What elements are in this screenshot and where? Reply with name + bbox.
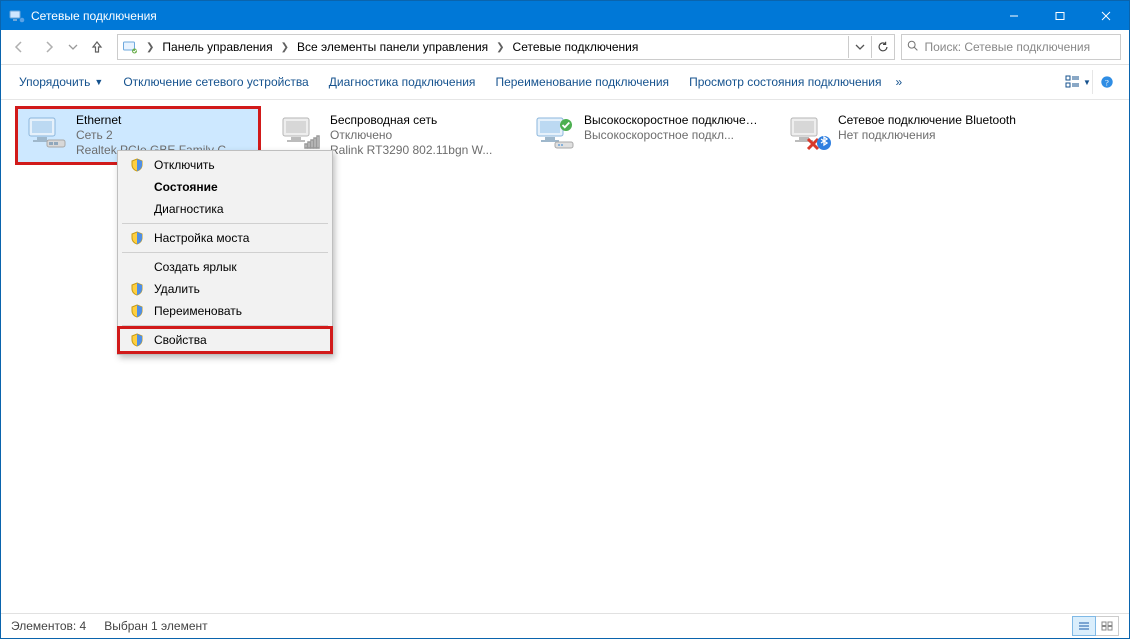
ctx-separator [122, 223, 328, 224]
nav-forward-button[interactable] [35, 34, 63, 60]
organize-button[interactable]: Упорядочить ▼ [9, 69, 113, 95]
connection-device: Высокоскоростное подкл... [584, 128, 762, 143]
breadcrumb-seg-1[interactable]: Все элементы панели управления [293, 35, 492, 59]
status-count: Элементов: 4 [11, 619, 86, 633]
content-area: Ethernet Сеть 2 Realtek PCIe GBE Family … [1, 100, 1129, 613]
search-box[interactable] [901, 34, 1121, 60]
search-input[interactable] [922, 39, 1116, 55]
window-title: Сетевые подключения [31, 9, 157, 23]
ctx-label: Создать ярлык [154, 260, 237, 274]
connection-status: Отключено [330, 128, 492, 143]
ctx-rename[interactable]: Переименовать [120, 300, 330, 322]
view-toggle [1072, 616, 1119, 636]
connection-name: Сетевое подключение Bluetooth [838, 113, 1016, 128]
change-view-button[interactable]: ▼ [1064, 70, 1092, 94]
ctx-diagnostics[interactable]: Диагностика [120, 198, 330, 220]
help-button[interactable]: ? [1092, 70, 1121, 94]
shield-icon [128, 332, 146, 348]
breadcrumb[interactable]: ❯ Панель управления ❯ Все элементы панел… [117, 34, 895, 60]
disable-device-button[interactable]: Отключение сетевого устройства [113, 69, 318, 95]
shield-icon [128, 230, 146, 246]
connection-name: Высокоскоростное подключение [584, 113, 762, 128]
ctx-label: Свойства [154, 333, 207, 347]
ctx-label: Настройка моста [154, 231, 249, 245]
organize-label: Упорядочить [19, 75, 90, 89]
svg-text:?: ? [1105, 78, 1109, 88]
addressbar: ❯ Панель управления ❯ Все элементы панел… [1, 30, 1129, 65]
connection-item-broadband[interactable]: Высокоскоростное подключение Высокоскоро… [525, 108, 767, 158]
nav-up-button[interactable] [83, 34, 111, 60]
statusbar: Элементов: 4 Выбран 1 элемент [1, 613, 1129, 638]
chevron-down-icon: ▼ [94, 77, 103, 87]
window: Сетевые подключения [0, 0, 1130, 639]
breadcrumb-seg-2[interactable]: Сетевые подключения [509, 35, 643, 59]
diagnose-button[interactable]: Диагностика подключения [319, 69, 486, 95]
titlebar: Сетевые подключения [1, 1, 1129, 30]
chevron-right-icon[interactable]: ❯ [492, 42, 508, 53]
connection-name: Беспроводная сеть [330, 113, 492, 128]
nav-recent-button[interactable] [65, 34, 81, 60]
ctx-create-shortcut[interactable]: Создать ярлык [120, 256, 330, 278]
network-bluetooth-icon [784, 113, 832, 153]
connection-device: Ralink RT3290 802.11bgn W... [330, 143, 492, 158]
chevron-right-icon[interactable]: ❯ [277, 42, 293, 53]
view-details-button[interactable] [1072, 616, 1096, 636]
refresh-button[interactable] [871, 36, 894, 58]
ctx-separator [122, 252, 328, 253]
shield-icon [128, 281, 146, 297]
ctx-label: Удалить [154, 282, 200, 296]
rename-connection-button[interactable]: Переименование подключения [485, 69, 679, 95]
search-icon [906, 39, 920, 55]
ctx-label: Состояние [154, 180, 218, 194]
view-status-button[interactable]: Просмотр состояния подключения [679, 69, 891, 95]
chevron-right-icon[interactable]: ❯ [142, 42, 158, 53]
network-broadband-icon [530, 113, 578, 153]
ctx-label: Диагностика [154, 202, 224, 216]
network-adapter-icon [22, 113, 70, 153]
connection-item-bluetooth[interactable]: Сетевое подключение Bluetooth Нет подклю… [779, 108, 1021, 158]
minimize-button[interactable] [991, 1, 1037, 30]
command-bar: Упорядочить ▼ Отключение сетевого устрой… [1, 65, 1129, 100]
close-button[interactable] [1083, 1, 1129, 30]
ctx-delete[interactable]: Удалить [120, 278, 330, 300]
breadcrumb-seg-0[interactable]: Панель управления [158, 35, 276, 59]
connection-device: Нет подключения [838, 128, 1016, 143]
shield-icon [128, 303, 146, 319]
ctx-status[interactable]: Состояние [120, 176, 330, 198]
ctx-label: Переименовать [154, 304, 242, 318]
status-selection: Выбран 1 элемент [104, 619, 207, 633]
maximize-button[interactable] [1037, 1, 1083, 30]
breadcrumb-dropdown-button[interactable] [849, 36, 871, 58]
network-wifi-icon [276, 113, 324, 153]
shield-icon [128, 157, 146, 173]
connection-status: Сеть 2 [76, 128, 236, 143]
ctx-disable[interactable]: Отключить [120, 154, 330, 176]
ctx-label: Отключить [154, 158, 215, 172]
nav-back-button[interactable] [5, 34, 33, 60]
ctx-properties[interactable]: Свойства [120, 329, 330, 351]
control-panel-icon [122, 39, 138, 55]
overflow-button[interactable]: » [892, 69, 907, 95]
app-icon [9, 8, 25, 24]
context-menu: Отключить Состояние Диагностика Настройк… [117, 150, 333, 355]
view-large-icons-button[interactable] [1096, 616, 1119, 636]
connection-name: Ethernet [76, 113, 236, 128]
ctx-separator [122, 325, 328, 326]
ctx-bridge[interactable]: Настройка моста [120, 227, 330, 249]
